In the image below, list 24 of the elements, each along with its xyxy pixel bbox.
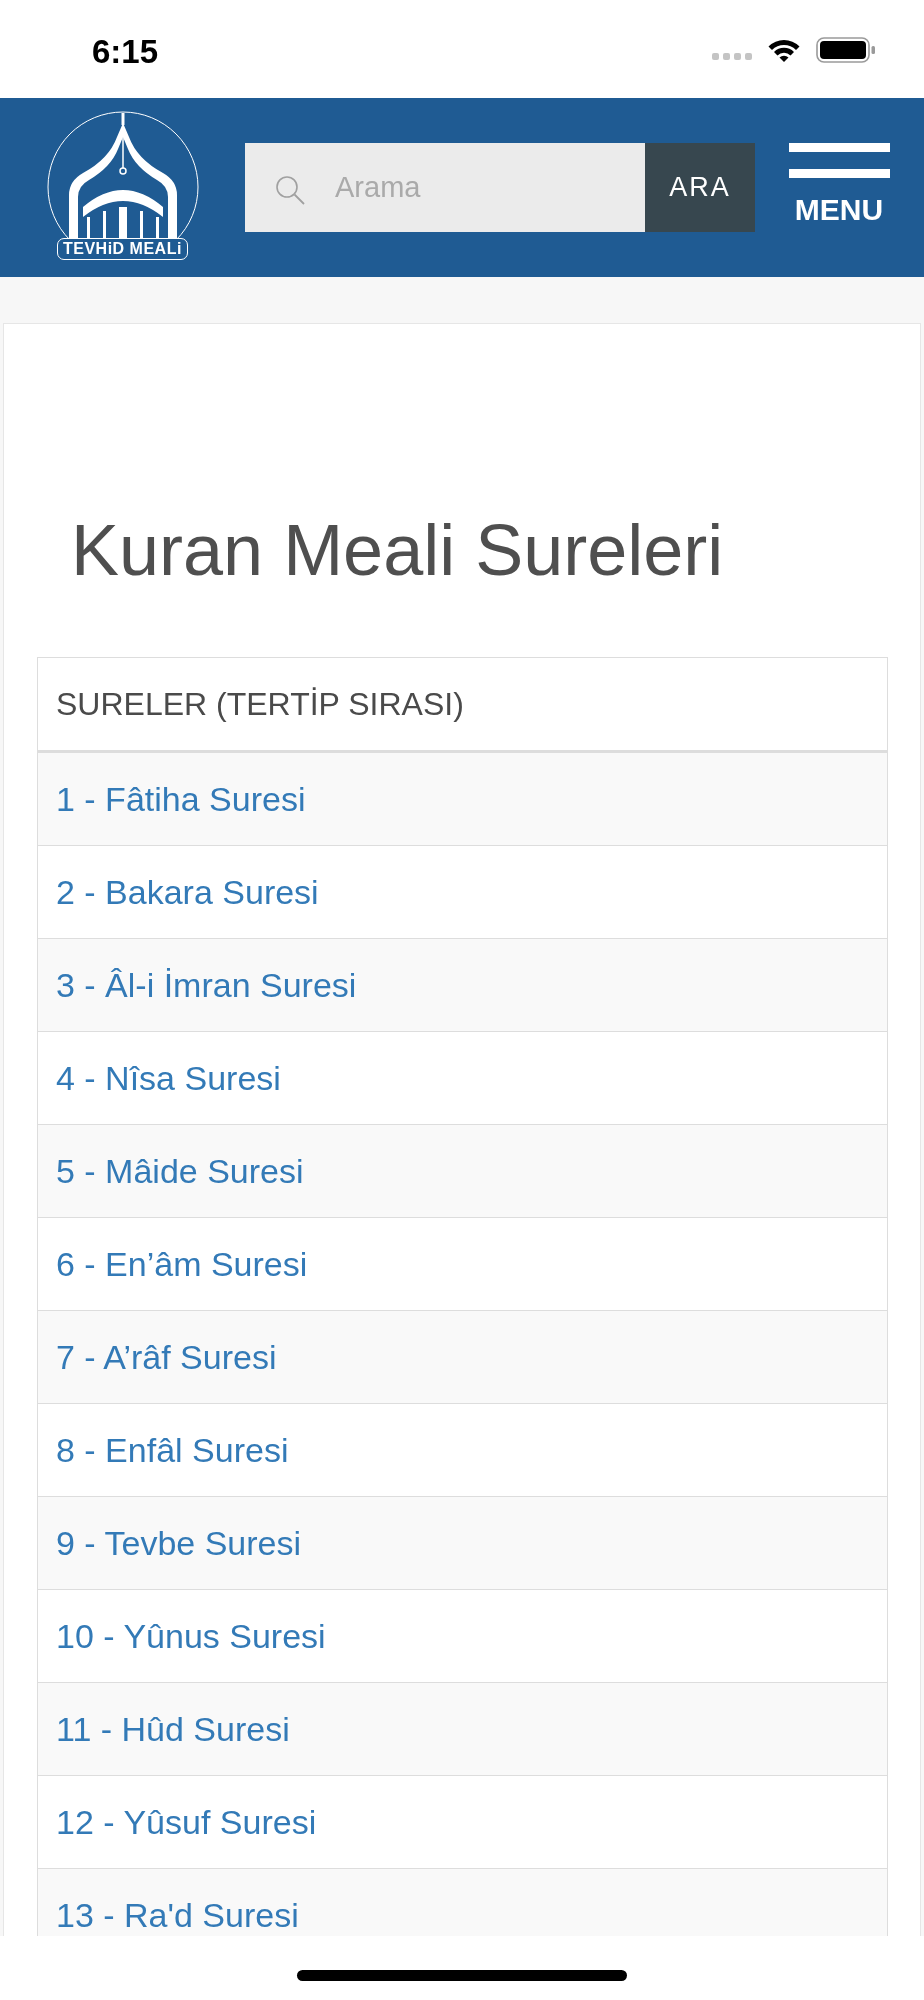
- menu-icon: [788, 142, 890, 178]
- surah-link[interactable]: 9 - Tevbe Suresi: [56, 1526, 302, 1560]
- battery-icon: [816, 37, 876, 63]
- surah-link[interactable]: 5 - Mâide Suresi: [56, 1154, 304, 1188]
- surah-link[interactable]: 2 - Bakara Suresi: [56, 875, 319, 909]
- menu-button[interactable]: MENU: [788, 142, 890, 225]
- search-button[interactable]: ARA: [645, 143, 755, 232]
- surah-link[interactable]: 12 - Yûsuf Suresi: [56, 1805, 317, 1839]
- surah-link[interactable]: 6 - En’âm Suresi: [56, 1247, 308, 1281]
- surah-link[interactable]: 4 - Nîsa Suresi: [56, 1061, 281, 1095]
- surah-link[interactable]: 11 - Hûd Suresi: [56, 1712, 290, 1746]
- surah-link[interactable]: 10 - Yûnus Suresi: [56, 1619, 326, 1653]
- status-time: 6:15: [92, 34, 159, 68]
- wifi-icon: [768, 38, 800, 62]
- search-icon: [275, 175, 305, 205]
- search-field[interactable]: Arama: [245, 143, 645, 232]
- surah-link[interactable]: 3 - Âl-i İmran Suresi: [56, 968, 357, 1002]
- signal-icon: [712, 52, 752, 60]
- surah-link[interactable]: 1 - Fâtiha Suresi: [56, 782, 306, 816]
- surah-link[interactable]: 13 - Ra'd Suresi: [56, 1898, 299, 1932]
- logo-label: TEVHiD MEALi: [57, 237, 188, 260]
- surah-link[interactable]: 8 - Enfâl Suresi: [56, 1433, 289, 1467]
- page-title: Kuran Meali Sureleri: [71, 514, 724, 586]
- surah-link[interactable]: 7 - A’râf Suresi: [56, 1340, 277, 1374]
